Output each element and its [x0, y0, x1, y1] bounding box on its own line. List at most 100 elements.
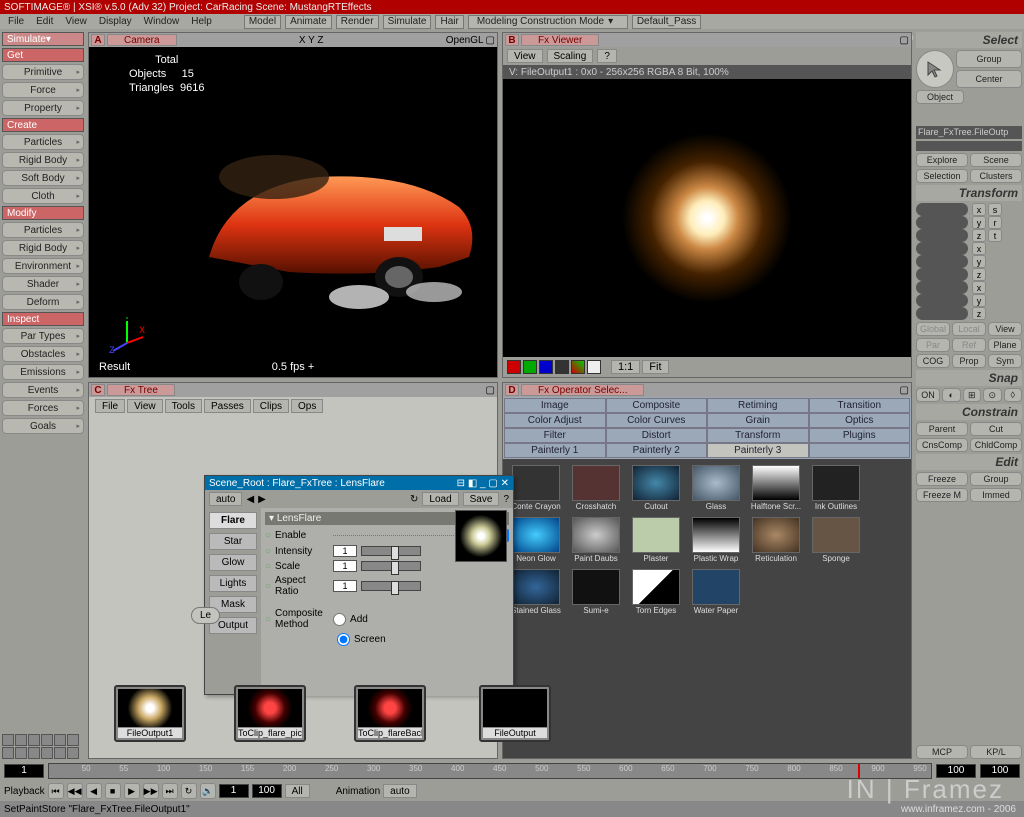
operator-item[interactable]: Crosshatch — [569, 465, 623, 511]
srt-btn[interactable]: t — [988, 229, 1002, 242]
fx-help-icon[interactable]: ? — [597, 49, 617, 63]
transform-value[interactable] — [916, 255, 968, 268]
fxtree-view[interactable]: View — [127, 399, 163, 413]
swatch[interactable] — [54, 734, 66, 746]
op-category[interactable]: Optics — [809, 413, 911, 428]
operator-item[interactable]: Sumi-e — [569, 569, 623, 615]
menu-edit[interactable]: Edit — [32, 16, 57, 27]
menu-view[interactable]: View — [61, 16, 91, 27]
axis-btn[interactable]: z — [972, 229, 986, 242]
op-category[interactable]: Color Curves — [606, 413, 708, 428]
snap-opt-icon[interactable]: ◊ — [1004, 388, 1023, 402]
btn-cnscomp[interactable]: CnsComp — [916, 438, 968, 452]
operator-item[interactable]: Torn Edges — [629, 569, 683, 615]
channel-g-icon[interactable] — [523, 360, 537, 374]
axis-btn[interactable]: x — [972, 203, 986, 216]
fxtree-passes[interactable]: Passes — [204, 399, 251, 413]
btn-goals[interactable]: Goals — [2, 418, 84, 434]
fxtree-clips[interactable]: Clips — [253, 399, 289, 413]
snap-opt-icon[interactable]: ◐ — [942, 388, 961, 402]
zoom-11[interactable]: 1:1 — [611, 360, 640, 374]
transform-value[interactable] — [916, 268, 968, 281]
tab-flare[interactable]: Flare — [209, 512, 257, 529]
dlg-save[interactable]: Save — [463, 492, 500, 506]
goto-end-icon[interactable]: ⏭ — [162, 783, 178, 799]
btn-cog[interactable]: COG — [916, 354, 950, 368]
operator-item[interactable]: Neon Glow — [509, 517, 563, 563]
arrow-left-icon[interactable]: ◀ — [246, 494, 254, 505]
dlg-load[interactable]: Load — [422, 492, 458, 506]
timeline-start[interactable]: 1 — [4, 764, 44, 778]
op-category[interactable]: Painterly 1 — [504, 443, 606, 458]
operator-item[interactable]: Conte Crayon — [509, 465, 563, 511]
btn-explore[interactable]: Explore — [916, 153, 968, 167]
btn-parent[interactable]: Parent — [916, 422, 968, 436]
timeline-end[interactable]: 100 — [980, 764, 1020, 778]
fx-render-area[interactable] — [503, 79, 911, 357]
range-end[interactable]: 100 — [252, 784, 282, 798]
srt-btn[interactable]: r — [988, 216, 1002, 229]
axis-btn[interactable]: y — [972, 216, 986, 229]
viewport-c-title[interactable]: Fx Tree — [107, 384, 175, 396]
btn-particles[interactable]: Particles — [2, 134, 84, 150]
btn-primitive[interactable]: Primitive — [2, 64, 84, 80]
tab-lights[interactable]: Lights — [209, 575, 257, 592]
play-back-icon[interactable]: ◀ — [86, 783, 102, 799]
playhead[interactable] — [858, 764, 860, 778]
axis-btn[interactable]: x — [972, 281, 986, 294]
refresh-icon[interactable]: ↻ — [410, 494, 418, 505]
btn-snap-on[interactable]: ON — [916, 388, 940, 402]
btn-m-rigidbody[interactable]: Rigid Body — [2, 240, 84, 256]
timeline-current[interactable]: 100 — [936, 764, 976, 778]
btn-emissions[interactable]: Emissions — [2, 364, 84, 380]
snap-opt-icon[interactable]: ⊙ — [983, 388, 1002, 402]
op-category[interactable]: Filter — [504, 428, 606, 443]
btn-obstacles[interactable]: Obstacles — [2, 346, 84, 362]
btn-object[interactable]: Object — [916, 90, 964, 104]
op-category[interactable]: Distort — [606, 428, 708, 443]
tab-star[interactable]: Star — [209, 533, 257, 550]
axis-btn[interactable]: y — [972, 294, 986, 307]
pass-dropdown[interactable]: Default_Pass — [632, 15, 701, 29]
swatch[interactable] — [2, 734, 14, 746]
btn-clusters[interactable]: Clusters — [970, 169, 1022, 183]
btn-center[interactable]: Center — [956, 70, 1022, 88]
arrow-right-icon[interactable]: ▶ — [258, 494, 266, 505]
axis-btn[interactable]: z — [972, 268, 986, 281]
btn-freeze[interactable]: Freeze — [916, 472, 968, 486]
menu-display[interactable]: Display — [95, 16, 136, 27]
btn-ref[interactable]: Ref — [952, 338, 986, 352]
transform-value[interactable] — [916, 216, 968, 229]
btn-local[interactable]: Local — [952, 322, 986, 336]
btn-forces[interactable]: Forces — [2, 400, 84, 416]
operator-item[interactable]: Water Paper — [689, 569, 743, 615]
audio-icon[interactable]: 🔊 — [200, 783, 216, 799]
composite-add-radio[interactable] — [333, 613, 346, 626]
module-render[interactable]: Render — [336, 15, 379, 29]
dialog-titlebar[interactable]: Scene_Root : Flare_FxTree : LensFlare ⊟ … — [205, 476, 513, 490]
btn-par[interactable]: Par — [916, 338, 950, 352]
op-category[interactable]: Painterly 2 — [606, 443, 708, 458]
btn-cut[interactable]: Cut — [970, 422, 1022, 436]
viewport-d-letter[interactable]: D — [505, 384, 519, 396]
operator-item[interactable]: Stained Glass — [509, 569, 563, 615]
scale-slider[interactable] — [361, 561, 421, 571]
channel-r-icon[interactable] — [507, 360, 521, 374]
swatch[interactable] — [41, 747, 53, 759]
op-category[interactable]: Composite — [606, 398, 708, 413]
viewport-a-body[interactable]: Total Objects 15 Triangles 9616 — [89, 47, 497, 377]
module-animate[interactable]: Animate — [285, 15, 332, 29]
srt-btn[interactable]: s — [988, 203, 1002, 216]
aspect-input[interactable] — [333, 580, 357, 592]
btn-group[interactable]: Group — [956, 50, 1022, 68]
viewport-a-title[interactable]: Camera — [107, 34, 177, 46]
fxtree-file[interactable]: File — [95, 399, 125, 413]
op-category[interactable]: Transform — [707, 428, 809, 443]
goto-start-icon[interactable]: ⏮ — [48, 783, 64, 799]
node-partial[interactable]: Le — [191, 607, 220, 624]
op-category[interactable]: Retiming — [707, 398, 809, 413]
op-category[interactable]: Color Adjust — [504, 413, 606, 428]
btn-sym[interactable]: Sym — [988, 354, 1022, 368]
transform-value[interactable] — [916, 242, 968, 255]
btn-view[interactable]: View — [988, 322, 1022, 336]
